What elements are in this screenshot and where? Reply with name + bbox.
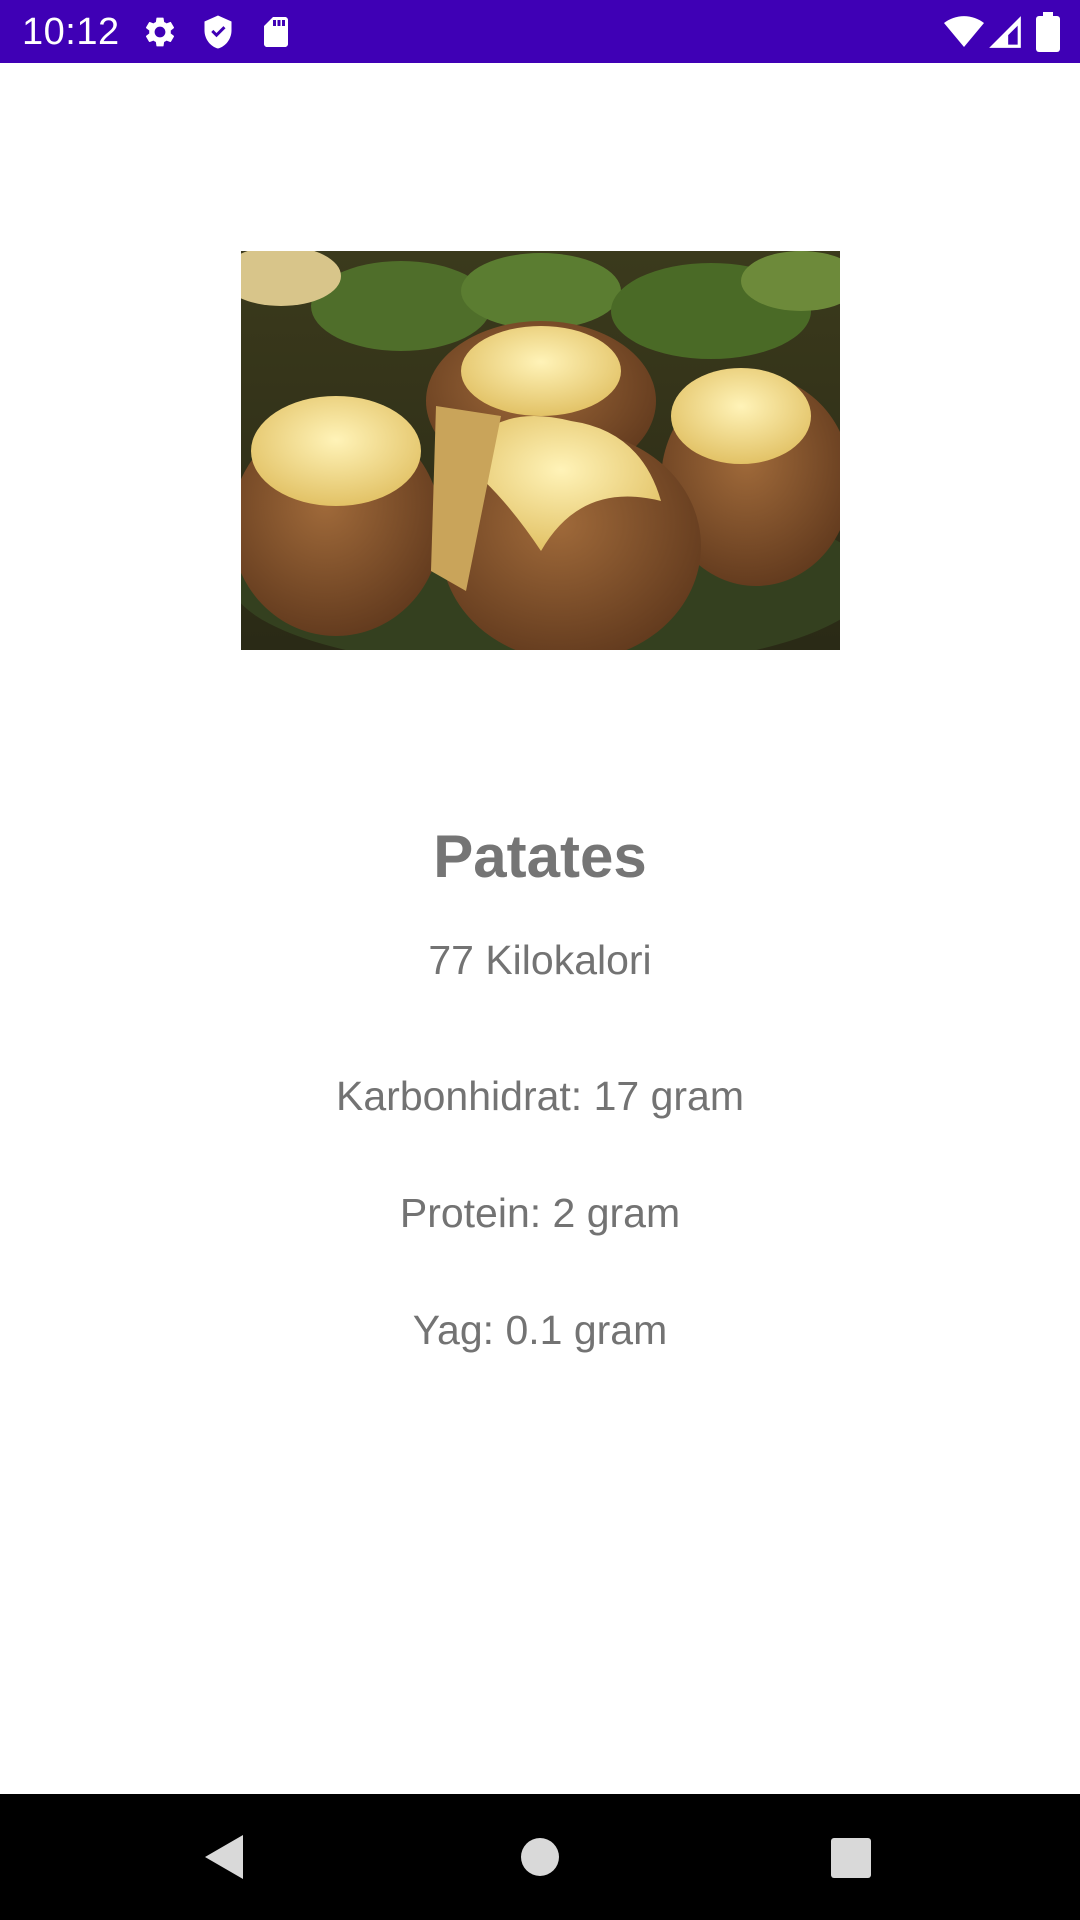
calories-text: 77 Kilokalori [428,937,652,983]
back-icon[interactable] [195,1827,255,1887]
battery-icon [1036,12,1060,52]
signal-icon [986,13,1024,51]
food-detail-screen: 10:12 Patates 77 Kilokalori Karbonhidrat… [0,0,1080,1920]
wifi-icon [944,12,984,52]
fat-text: Yag: 0.1 gram [412,1307,668,1353]
shield-icon [200,14,236,50]
protein-text: Protein: 2 gram [399,1190,681,1236]
status-time: 10:12 [22,11,120,53]
recents-icon[interactable] [820,1827,880,1887]
navigation-bar [0,1794,1080,1920]
status-bar: 10:12 [0,0,1080,63]
gear-icon [142,14,178,50]
carbohydrate-text: Karbonhidrat: 17 gram [336,1073,744,1119]
food-title: Patates [433,823,647,890]
home-icon[interactable] [510,1827,570,1887]
sd-card-icon [258,14,294,50]
baked-potato-image [241,251,840,650]
